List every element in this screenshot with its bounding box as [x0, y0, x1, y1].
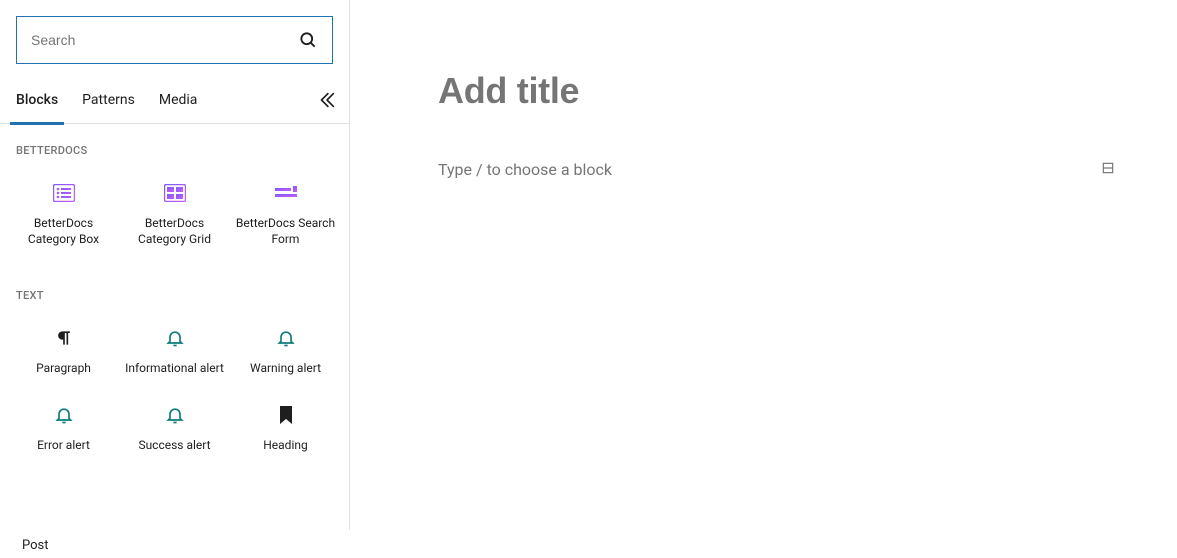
editor-canvas[interactable]: Type / to choose a block — [350, 0, 1177, 530]
tab-blocks[interactable]: Blocks — [4, 76, 70, 124]
bell-icon — [52, 403, 76, 427]
category-box-icon — [52, 181, 76, 205]
search-form-icon — [274, 181, 298, 205]
block-label: BetterDocs Category Grid — [123, 215, 226, 247]
category-title-text: Text — [0, 285, 349, 312]
search-icon — [298, 30, 318, 50]
block-betterdocs-search-form[interactable]: BetterDocs Search Form — [230, 167, 341, 259]
block-paragraph[interactable]: Paragraph — [8, 312, 119, 388]
inserter-tabs: Blocks Patterns Media — [0, 76, 349, 124]
bell-icon — [274, 326, 298, 350]
block-appender[interactable]: Type / to choose a block — [438, 160, 1117, 179]
block-label: BetterDocs Search Form — [234, 215, 337, 247]
block-error-alert[interactable]: Error alert — [8, 389, 119, 465]
category-title-betterdocs: Betterdocs — [0, 140, 349, 167]
post-title-input[interactable] — [438, 70, 1117, 112]
category-grid-text: Paragraph Informational alert Warning al… — [0, 312, 349, 464]
search-box[interactable] — [16, 16, 333, 64]
bell-icon — [163, 403, 187, 427]
block-label: Informational alert — [125, 360, 224, 376]
block-label: Error alert — [37, 437, 90, 453]
breadcrumb-post[interactable]: Post — [22, 538, 49, 553]
tab-blocks-label: Blocks — [16, 92, 58, 108]
search-wrap — [0, 0, 349, 76]
category-grid-icon — [163, 181, 187, 205]
block-list-panel[interactable]: Betterdocs BetterDocs Category Box Bette… — [0, 124, 349, 530]
block-success-alert[interactable]: Success alert — [119, 389, 230, 465]
appender-icon — [1101, 160, 1117, 179]
reset-icon[interactable] — [305, 76, 349, 124]
block-label: Heading — [263, 437, 308, 453]
block-label: BetterDocs Category Box — [12, 215, 115, 247]
block-informational-alert[interactable]: Informational alert — [119, 312, 230, 388]
bell-icon — [163, 326, 187, 350]
block-appender-label: Type / to choose a block — [438, 160, 612, 179]
search-input[interactable] — [31, 32, 298, 48]
tab-media[interactable]: Media — [147, 76, 210, 124]
block-heading[interactable]: Heading — [230, 389, 341, 465]
tab-patterns[interactable]: Patterns — [70, 76, 147, 124]
paragraph-icon — [52, 326, 76, 350]
block-inserter-sidebar: Blocks Patterns Media Betterdocs BetterD… — [0, 0, 350, 530]
tab-patterns-label: Patterns — [82, 92, 135, 108]
block-betterdocs-category-box[interactable]: BetterDocs Category Box — [8, 167, 119, 259]
tab-media-label: Media — [159, 92, 198, 108]
category-grid-betterdocs: BetterDocs Category Box BetterDocs Categ… — [0, 167, 349, 259]
block-label: Warning alert — [250, 360, 321, 376]
block-warning-alert[interactable]: Warning alert — [230, 312, 341, 388]
block-betterdocs-category-grid[interactable]: BetterDocs Category Grid — [119, 167, 230, 259]
block-label: Paragraph — [36, 360, 91, 376]
bookmark-icon — [274, 403, 298, 427]
block-label: Success alert — [138, 437, 210, 453]
